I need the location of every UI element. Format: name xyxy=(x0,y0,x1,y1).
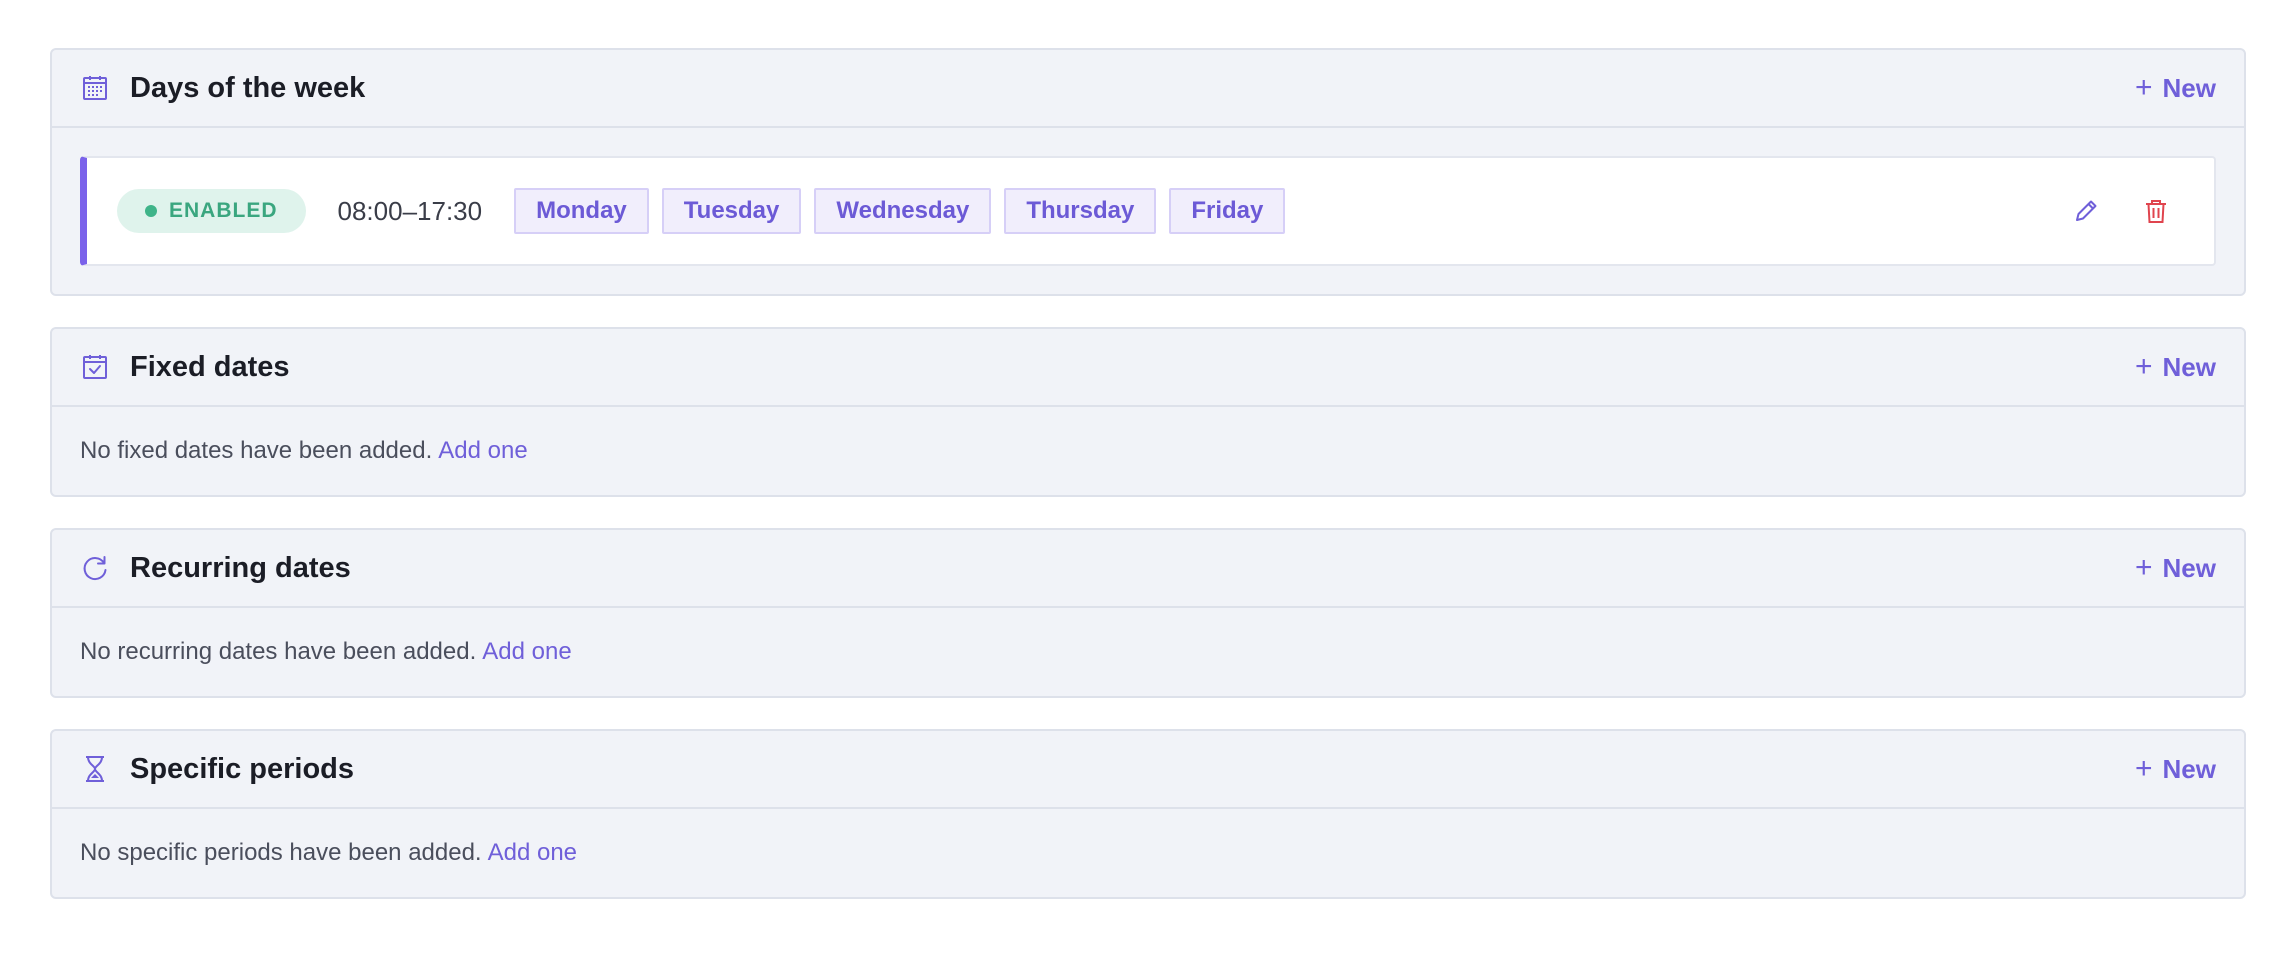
pencil-icon xyxy=(2076,200,2097,221)
add-fixed-date-link[interactable]: Add one xyxy=(438,437,527,465)
hourglass-icon xyxy=(80,754,110,784)
new-button-label: New xyxy=(2162,351,2216,382)
new-days-of-week-button[interactable]: + New xyxy=(2135,73,2216,104)
section-title: Specific periods xyxy=(130,752,355,785)
empty-state: No fixed dates have been added. Add one xyxy=(52,407,2244,495)
section-title: Fixed dates xyxy=(130,350,290,383)
edit-button[interactable] xyxy=(2068,193,2104,229)
empty-text: No fixed dates have been added. xyxy=(80,437,433,464)
empty-state: No specific periods have been added. Add… xyxy=(52,809,2244,897)
empty-state: No recurring dates have been added. Add … xyxy=(52,608,2244,696)
section-title-wrap: Days of the week xyxy=(80,72,365,105)
delete-button[interactable] xyxy=(2138,193,2174,229)
opening-hours-page: Days of the week + New ENABLED 08:00–17:… xyxy=(0,0,2296,962)
new-recurring-date-button[interactable]: + New xyxy=(2135,553,2216,584)
plus-icon: + xyxy=(2135,71,2153,104)
time-range: 08:00–17:30 xyxy=(337,195,483,226)
new-specific-period-button[interactable]: + New xyxy=(2135,754,2216,785)
status-badge: ENABLED xyxy=(117,189,306,233)
days-of-week-section: Days of the week + New ENABLED 08:00–17:… xyxy=(50,48,2246,296)
section-header: Fixed dates + New xyxy=(52,329,2244,407)
trash-icon xyxy=(2146,200,2166,223)
section-title-wrap: Recurring dates xyxy=(80,552,351,585)
specific-periods-section: Specific periods + New No specific perio… xyxy=(50,729,2246,899)
day-chip-wednesday: Wednesday xyxy=(814,188,992,234)
day-chip-friday: Friday xyxy=(1169,188,1286,234)
new-fixed-date-button[interactable]: + New xyxy=(2135,352,2216,383)
day-chip-thursday: Thursday xyxy=(1004,188,1157,234)
status-dot-icon xyxy=(145,205,157,217)
new-button-label: New xyxy=(2162,72,2216,103)
status-label: ENABLED xyxy=(169,199,278,222)
add-recurring-date-link[interactable]: Add one xyxy=(482,638,571,666)
calendar-grid-icon xyxy=(80,73,110,103)
section-title-wrap: Specific periods xyxy=(80,753,354,786)
section-header: Days of the week + New xyxy=(52,50,2244,128)
section-body: ENABLED 08:00–17:30 Monday Tuesday Wedne… xyxy=(52,128,2244,294)
section-title-wrap: Fixed dates xyxy=(80,351,290,384)
day-chip-tuesday: Tuesday xyxy=(661,188,802,234)
new-button-label: New xyxy=(2162,753,2216,784)
plus-icon: + xyxy=(2135,752,2153,785)
schedule-row: ENABLED 08:00–17:30 Monday Tuesday Wedne… xyxy=(80,156,2216,266)
empty-text: No recurring dates have been added. xyxy=(80,638,477,665)
recurring-dates-section: Recurring dates + New No recurring dates… xyxy=(50,528,2246,698)
add-specific-period-link[interactable]: Add one xyxy=(488,839,577,867)
new-button-label: New xyxy=(2162,552,2216,583)
plus-icon: + xyxy=(2135,350,2153,383)
day-chip-monday: Monday xyxy=(514,188,649,234)
empty-text: No specific periods have been added. xyxy=(80,839,482,866)
section-title: Days of the week xyxy=(130,71,366,104)
refresh-icon xyxy=(80,553,110,583)
section-header: Specific periods + New xyxy=(52,731,2244,809)
calendar-check-icon xyxy=(80,352,110,382)
fixed-dates-section: Fixed dates + New No fixed dates have be… xyxy=(50,327,2246,497)
plus-icon: + xyxy=(2135,551,2153,584)
section-header: Recurring dates + New xyxy=(52,530,2244,608)
section-title: Recurring dates xyxy=(130,551,351,584)
